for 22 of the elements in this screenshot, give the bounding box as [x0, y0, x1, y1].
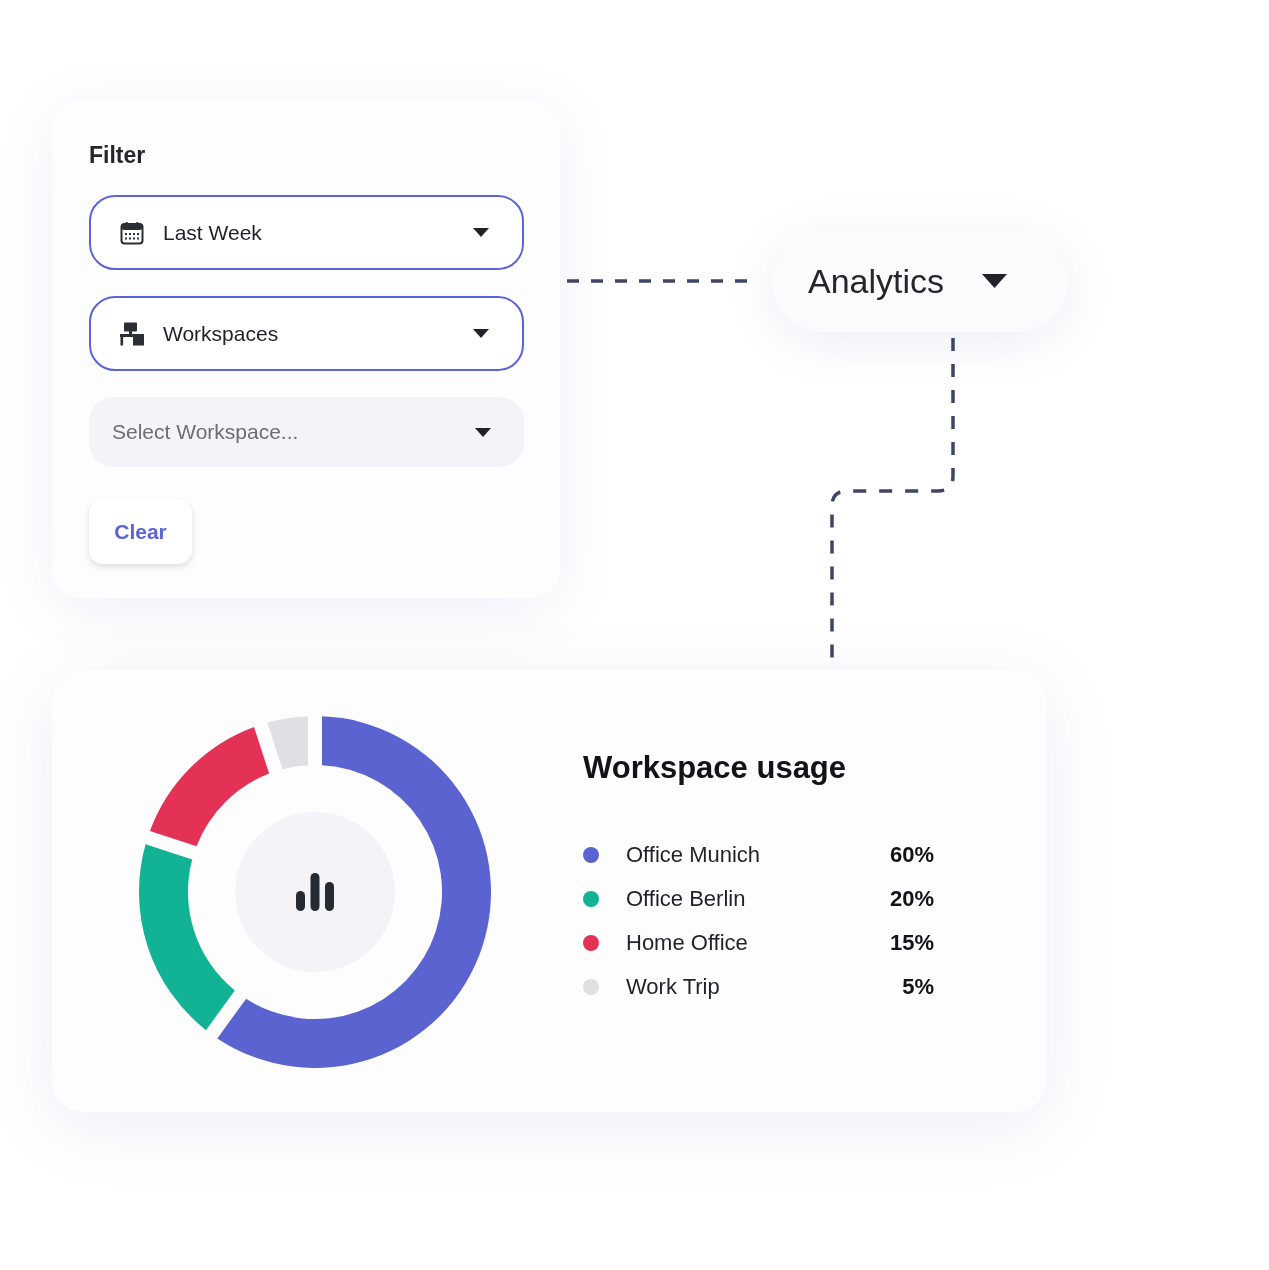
analytics-dropdown[interactable]: Analytics	[772, 230, 1068, 332]
select-field[interactable]: Select Workspace...	[89, 397, 524, 467]
bar-chart-icon	[296, 873, 334, 911]
dropdown[interactable]: Last Week	[89, 195, 524, 270]
legend-value: 20%	[889, 885, 934, 913]
legend-label: Work Trip	[626, 973, 720, 1001]
caret-icon	[473, 329, 489, 338]
calendar-icon	[120, 220, 144, 245]
caret-icon	[475, 427, 491, 437]
chart-title: Workspace usage	[583, 750, 848, 786]
legend-label: Office Berlin	[626, 885, 746, 913]
legend-value: 60%	[889, 841, 934, 869]
legend-label: Office Munich	[626, 841, 761, 869]
caret-icon	[982, 274, 1008, 288]
caret-icon	[473, 228, 489, 237]
dropdown[interactable]: Workspaces	[89, 296, 524, 371]
legend-label: Home Office	[626, 929, 748, 957]
desk-icon	[120, 321, 144, 346]
filter-title: Filter	[89, 141, 146, 169]
legend-value: 15%	[889, 929, 934, 957]
legend-value: 5%	[902, 973, 934, 1001]
clear-button[interactable]: Clear	[89, 499, 192, 564]
